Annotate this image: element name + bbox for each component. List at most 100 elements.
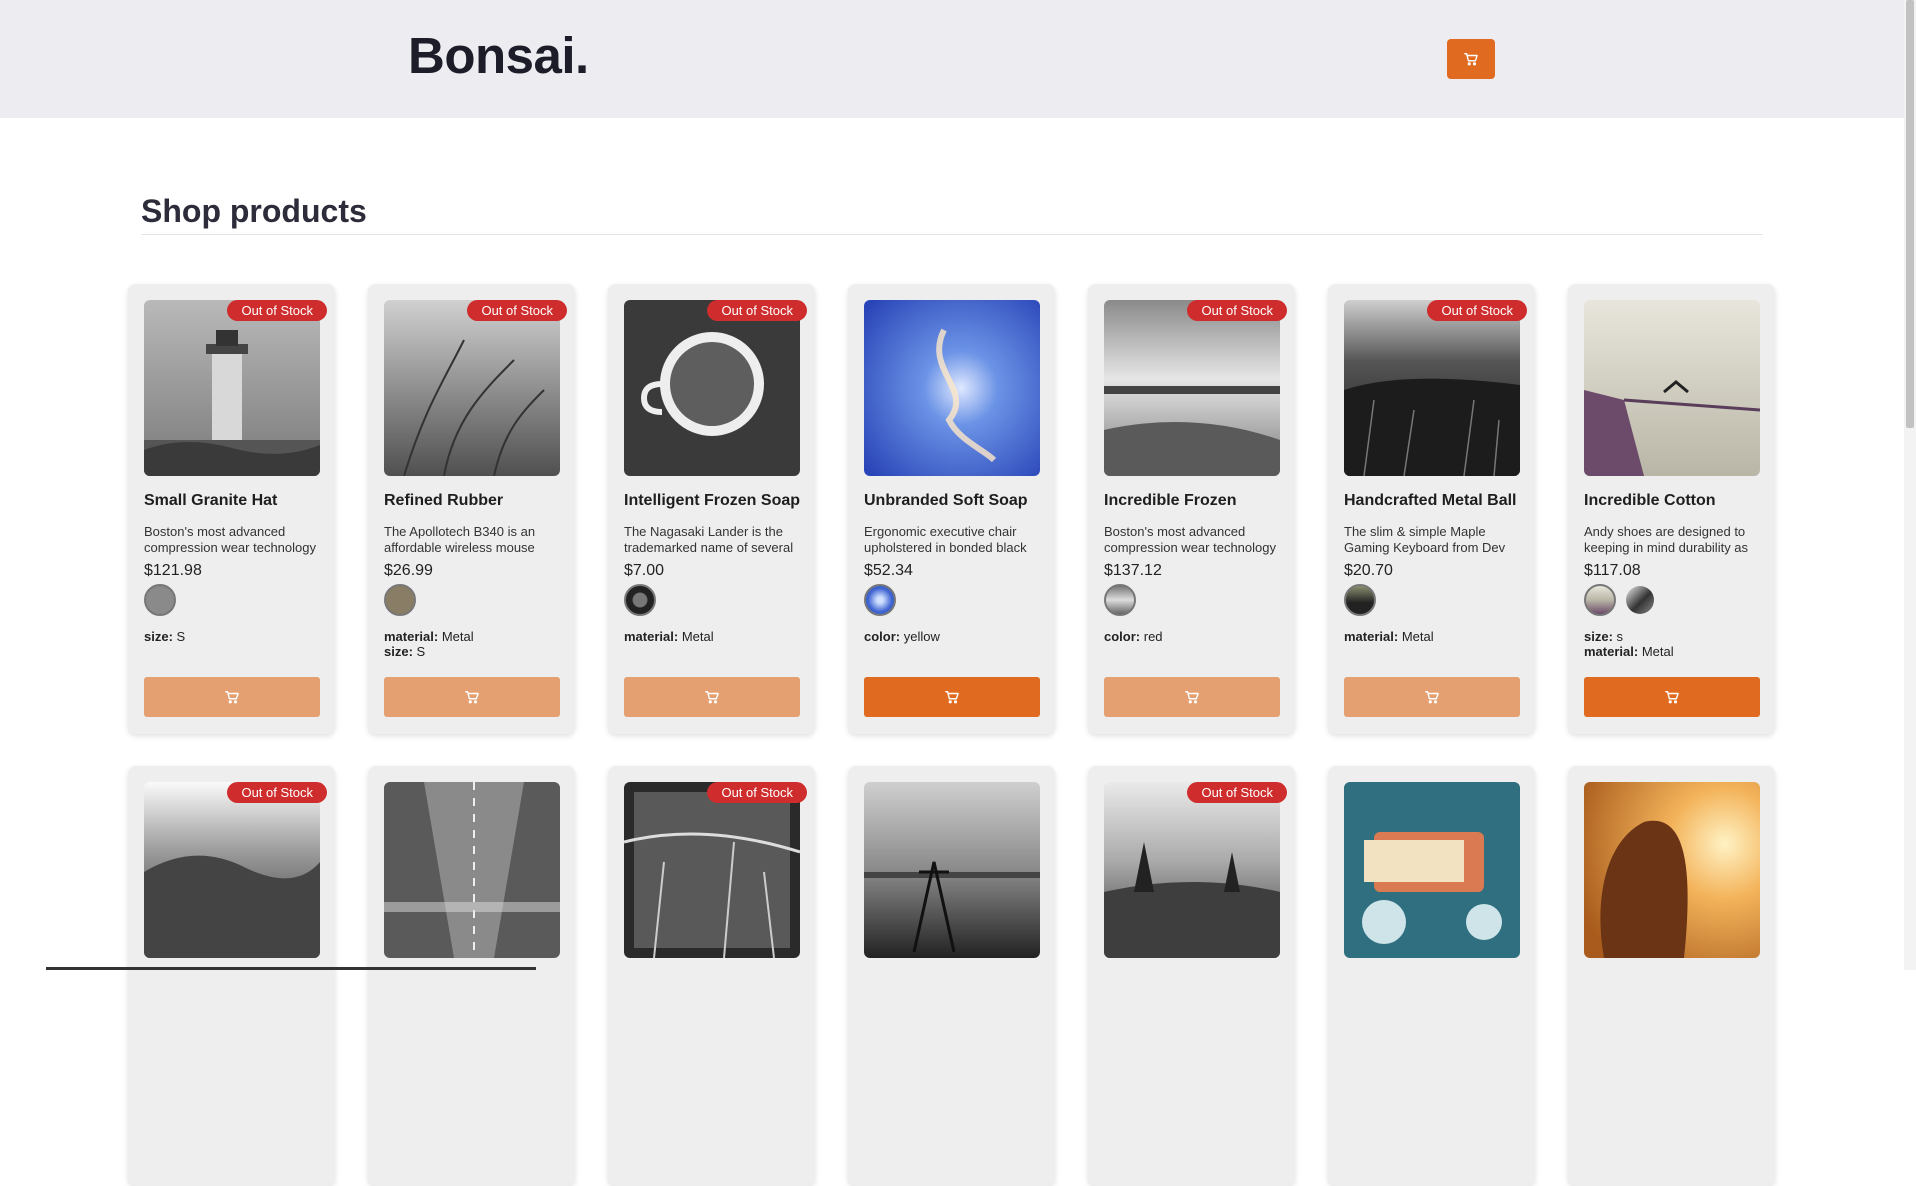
product-image[interactable]: [1344, 782, 1520, 958]
product-description: Andy shoes are designed to keeping in mi…: [1584, 524, 1749, 555]
product-description: Boston's most advanced compression wear …: [1104, 524, 1276, 555]
variant-swatch[interactable]: [864, 584, 896, 616]
cart-icon: [465, 691, 479, 704]
variant-swatch[interactable]: [624, 584, 656, 616]
variant-swatches: [384, 584, 416, 616]
out-of-stock-badge: Out of Stock: [227, 300, 327, 321]
product-image[interactable]: [384, 300, 560, 476]
variant-swatches: [624, 584, 656, 616]
product-name[interactable]: Unbranded Soft Soap: [864, 492, 1049, 510]
product-card: Out of Stock Intelligent Frozen Soap The…: [608, 284, 815, 734]
product-card: [848, 766, 1055, 1186]
product-description: The Apollotech B340 is an affordable wir…: [384, 524, 536, 555]
product-attributes: size: s material: Metal: [1584, 629, 1674, 659]
product-name[interactable]: Handcrafted Metal Ball: [1344, 492, 1529, 510]
variant-swatch[interactable]: [1626, 586, 1654, 614]
scrollbar-thumb[interactable]: [1906, 0, 1914, 428]
add-to-cart-button[interactable]: [1344, 677, 1520, 717]
product-card: Out of Stock: [128, 766, 335, 1186]
product-name[interactable]: Small Granite Hat: [144, 492, 329, 510]
product-attributes: color: yellow: [864, 629, 940, 644]
product-card: [1328, 766, 1535, 1186]
product-price: $121.98: [144, 562, 202, 579]
out-of-stock-badge: Out of Stock: [1187, 782, 1287, 803]
product-name[interactable]: Incredible Frozen: [1104, 492, 1289, 510]
out-of-stock-badge: Out of Stock: [707, 782, 807, 803]
product-image[interactable]: [624, 300, 800, 476]
cart-icon: [1185, 691, 1199, 704]
add-to-cart-button[interactable]: [144, 677, 320, 717]
product-attributes: size: S: [144, 629, 186, 644]
product-attributes: material: Metal: [1344, 629, 1434, 644]
product-price: $117.08: [1584, 562, 1641, 579]
page-scrollbar[interactable]: [1904, 0, 1916, 970]
variant-swatch[interactable]: [384, 584, 416, 616]
product-image[interactable]: [1104, 300, 1280, 476]
product-image[interactable]: [624, 782, 800, 958]
product-image[interactable]: [864, 300, 1040, 476]
product-name[interactable]: Intelligent Frozen Soap: [624, 492, 809, 510]
variant-swatches: [1584, 584, 1654, 616]
product-image[interactable]: [1584, 782, 1760, 958]
variant-swatch[interactable]: [1104, 584, 1136, 616]
product-price: $26.99: [384, 562, 433, 579]
cart-icon: [1464, 53, 1478, 66]
product-attributes: material: Metal size: S: [384, 629, 474, 659]
variant-swatches: [1344, 584, 1376, 616]
add-to-cart-button[interactable]: [1584, 677, 1760, 717]
product-card: Out of Stock: [1088, 766, 1295, 1186]
product-name[interactable]: Incredible Cotton: [1584, 492, 1769, 510]
section-title: Shop products: [141, 193, 367, 229]
out-of-stock-badge: Out of Stock: [467, 300, 567, 321]
product-image[interactable]: [864, 782, 1040, 958]
product-attributes: color: red: [1104, 629, 1163, 644]
cart-icon: [1425, 691, 1439, 704]
cart-icon: [1665, 691, 1679, 704]
product-card: Unbranded Soft Soap Ergonomic executive …: [848, 284, 1055, 734]
cart-button[interactable]: [1447, 39, 1495, 79]
product-card: [1568, 766, 1775, 1186]
product-image[interactable]: [144, 300, 320, 476]
out-of-stock-badge: Out of Stock: [707, 300, 807, 321]
out-of-stock-badge: Out of Stock: [1427, 300, 1527, 321]
product-price: $7.00: [624, 562, 665, 579]
product-card: Out of Stock: [608, 766, 815, 1186]
variant-swatches: [144, 584, 176, 616]
product-name[interactable]: Refined Rubber: [384, 492, 569, 510]
product-card: Out of Stock Incredible Frozen Boston's …: [1088, 284, 1295, 734]
add-to-cart-button[interactable]: [624, 677, 800, 717]
product-description: Boston's most advanced compression wear …: [144, 524, 316, 555]
product-attributes: material: Metal: [624, 629, 714, 644]
cart-icon: [705, 691, 719, 704]
product-price: $52.34: [864, 562, 913, 579]
product-card: Out of Stock Refined Rubber The Apollote…: [368, 284, 575, 734]
variant-swatch[interactable]: [144, 584, 176, 616]
variant-swatches: [1104, 584, 1136, 616]
out-of-stock-badge: Out of Stock: [227, 782, 327, 803]
cart-icon: [225, 691, 239, 704]
variant-swatch[interactable]: [1584, 584, 1616, 616]
site-header: Bonsai.: [0, 0, 1916, 118]
product-image[interactable]: [384, 782, 560, 958]
cart-icon: [945, 691, 959, 704]
product-card: Out of Stock Small Granite Hat Boston's …: [128, 284, 335, 734]
product-description: Ergonomic executive chair upholstered in…: [864, 524, 1027, 555]
add-to-cart-button[interactable]: [864, 677, 1040, 717]
product-image[interactable]: [1344, 300, 1520, 476]
product-image[interactable]: [1104, 782, 1280, 958]
section-divider: [141, 234, 1763, 235]
brand-logo[interactable]: Bonsai.: [408, 26, 589, 85]
product-card: Incredible Cotton Andy shoes are designe…: [1568, 284, 1775, 734]
product-image[interactable]: [1584, 300, 1760, 476]
add-to-cart-button[interactable]: [384, 677, 560, 717]
product-description: The Nagasaki Lander is the trademarked n…: [624, 524, 794, 555]
product-price: $137.12: [1104, 562, 1162, 579]
product-image[interactable]: [144, 782, 320, 958]
variant-swatch[interactable]: [1344, 584, 1376, 616]
variant-swatches: [864, 584, 896, 616]
add-to-cart-button[interactable]: [1104, 677, 1280, 717]
product-description: The slim & simple Maple Gaming Keyboard …: [1344, 524, 1506, 555]
product-card: Out of Stock Handcrafted Metal Ball The …: [1328, 284, 1535, 734]
product-price: $20.70: [1344, 562, 1393, 579]
product-card: [368, 766, 575, 1186]
